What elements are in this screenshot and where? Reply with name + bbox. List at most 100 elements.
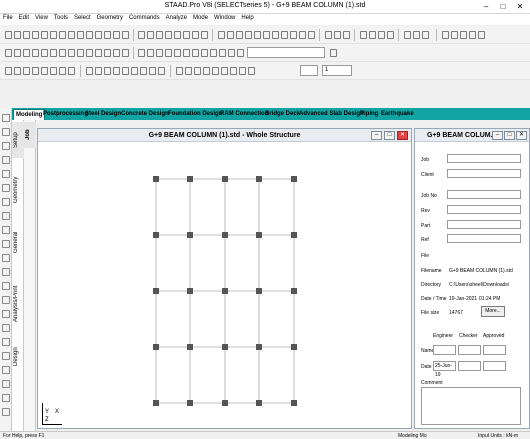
select-beams-icon[interactable] bbox=[290, 31, 297, 39]
select-connected-icon[interactable] bbox=[68, 49, 75, 57]
select-beta-tool-icon[interactable] bbox=[2, 352, 10, 360]
zoom-extents-icon[interactable] bbox=[165, 49, 172, 57]
engineer-date-field[interactable]: 25-Jun-19 bbox=[433, 361, 456, 378]
plate-number-icon[interactable] bbox=[32, 67, 39, 75]
window-close-icon[interactable] bbox=[469, 31, 476, 39]
plate-icon[interactable] bbox=[245, 31, 252, 39]
select-area-tool-icon[interactable] bbox=[2, 366, 10, 374]
select-nodes-icon[interactable] bbox=[281, 31, 288, 39]
child-close-button[interactable]: ✕ bbox=[397, 131, 408, 140]
zoom-icon[interactable] bbox=[95, 31, 102, 39]
menu-view[interactable]: View bbox=[32, 14, 51, 22]
minimize-button[interactable]: – bbox=[478, 0, 494, 14]
rev-field[interactable] bbox=[447, 205, 521, 214]
run-analysis-icon[interactable] bbox=[387, 31, 394, 39]
cut-icon[interactable] bbox=[50, 31, 57, 39]
select-group-tool-icon[interactable] bbox=[2, 226, 10, 234]
menu-window[interactable]: Window bbox=[211, 14, 238, 22]
view-front-icon[interactable] bbox=[138, 31, 145, 39]
tab-foundation-design[interactable]: Foundation Design bbox=[166, 109, 224, 120]
color-icon[interactable] bbox=[68, 67, 75, 75]
menu-analyze[interactable]: Analyze bbox=[163, 14, 190, 22]
open-file-icon[interactable] bbox=[14, 31, 21, 39]
node-number-icon[interactable] bbox=[14, 67, 21, 75]
zoom-window-icon[interactable] bbox=[156, 49, 163, 57]
tab-piping[interactable]: Piping bbox=[358, 109, 380, 120]
paste-icon[interactable] bbox=[68, 31, 75, 39]
structure-drawing[interactable] bbox=[38, 143, 411, 429]
select-support-tool-icon[interactable] bbox=[2, 268, 10, 276]
part-field[interactable] bbox=[447, 220, 521, 229]
select-plate-cursor-icon[interactable] bbox=[23, 49, 30, 57]
invert-selection-icon[interactable] bbox=[113, 49, 120, 57]
snap-icon[interactable] bbox=[122, 31, 129, 39]
select-group-icon[interactable] bbox=[86, 49, 93, 57]
label-support-icon[interactable] bbox=[239, 67, 246, 75]
zoom-dynamic-icon[interactable] bbox=[183, 49, 190, 57]
query-icon[interactable] bbox=[330, 49, 337, 57]
ref-field[interactable] bbox=[447, 234, 521, 243]
comment-field[interactable] bbox=[421, 387, 521, 425]
view-iso-icon[interactable] bbox=[192, 31, 199, 39]
select-spec-tool-icon[interactable] bbox=[2, 296, 10, 304]
select-surface-tool-icon[interactable] bbox=[2, 184, 10, 192]
view-left-icon[interactable] bbox=[156, 31, 163, 39]
subtab-job[interactable]: Job bbox=[24, 122, 36, 148]
magnify-icon[interactable] bbox=[201, 49, 208, 57]
checker-name-field[interactable] bbox=[458, 345, 481, 355]
view-bottom-icon[interactable] bbox=[183, 31, 190, 39]
annotation-icon[interactable] bbox=[185, 67, 192, 75]
select-solid-tool-icon[interactable] bbox=[2, 170, 10, 178]
solid-icon[interactable] bbox=[254, 31, 261, 39]
label-node-icon[interactable] bbox=[203, 67, 210, 75]
circular-repeat-icon[interactable] bbox=[95, 67, 102, 75]
save-view-icon[interactable] bbox=[228, 49, 235, 57]
view-back-icon[interactable] bbox=[147, 31, 154, 39]
scale-combo[interactable]: 1 bbox=[322, 65, 352, 76]
supports-icon[interactable] bbox=[50, 67, 57, 75]
add-beam-icon[interactable] bbox=[325, 31, 332, 39]
beam-icon[interactable] bbox=[236, 31, 243, 39]
merge-icon[interactable] bbox=[149, 67, 156, 75]
label-beam-icon[interactable] bbox=[212, 67, 219, 75]
menu-edit[interactable]: Edit bbox=[16, 14, 32, 22]
print-icon[interactable] bbox=[32, 31, 39, 39]
select-geometry-tool-icon[interactable] bbox=[2, 240, 10, 248]
new-view-icon[interactable] bbox=[219, 49, 226, 57]
intersect-icon[interactable] bbox=[140, 67, 147, 75]
translational-repeat-icon[interactable] bbox=[86, 67, 93, 75]
rotate-icon[interactable] bbox=[113, 31, 120, 39]
view-combo[interactable] bbox=[247, 47, 325, 58]
mirror-icon[interactable] bbox=[104, 67, 111, 75]
pan-icon[interactable] bbox=[104, 31, 111, 39]
label-load-icon[interactable] bbox=[230, 67, 237, 75]
restore-view-icon[interactable] bbox=[237, 49, 244, 57]
select-material-tool-icon[interactable] bbox=[2, 310, 10, 318]
menu-commands[interactable]: Commands bbox=[126, 14, 163, 22]
select-node-cursor-icon[interactable] bbox=[14, 49, 21, 57]
stretch-icon[interactable] bbox=[131, 67, 138, 75]
dimension-icon[interactable] bbox=[176, 67, 183, 75]
add-solid-icon[interactable] bbox=[343, 31, 350, 39]
job-field[interactable] bbox=[447, 154, 521, 163]
job-no-field[interactable] bbox=[447, 190, 521, 199]
node-icon[interactable] bbox=[227, 31, 234, 39]
member-query-icon[interactable] bbox=[263, 31, 270, 39]
label-icon[interactable] bbox=[404, 31, 411, 39]
table-icon[interactable] bbox=[218, 31, 225, 39]
select-property-tool-icon[interactable] bbox=[2, 282, 10, 290]
select-release-tool-icon[interactable] bbox=[2, 324, 10, 332]
tab-advanced-slab-design[interactable]: Advanced Slab Design bbox=[297, 109, 366, 120]
select-floor-tool-icon[interactable] bbox=[2, 380, 10, 388]
tab-steel-design[interactable]: Steel Design bbox=[83, 109, 123, 120]
select-plates-icon[interactable] bbox=[299, 31, 306, 39]
select-beam-cursor-icon[interactable] bbox=[5, 49, 12, 57]
engineer-name-field[interactable] bbox=[433, 345, 456, 355]
approved-date-field[interactable] bbox=[483, 361, 506, 371]
refresh-icon[interactable] bbox=[248, 67, 255, 75]
panel-close-button[interactable]: ✕ bbox=[516, 131, 527, 140]
split-icon[interactable] bbox=[158, 67, 165, 75]
window-cascade-icon[interactable] bbox=[451, 31, 458, 39]
select-surface-cursor-icon[interactable] bbox=[41, 49, 48, 57]
child-minimize-button[interactable]: – bbox=[371, 131, 382, 140]
